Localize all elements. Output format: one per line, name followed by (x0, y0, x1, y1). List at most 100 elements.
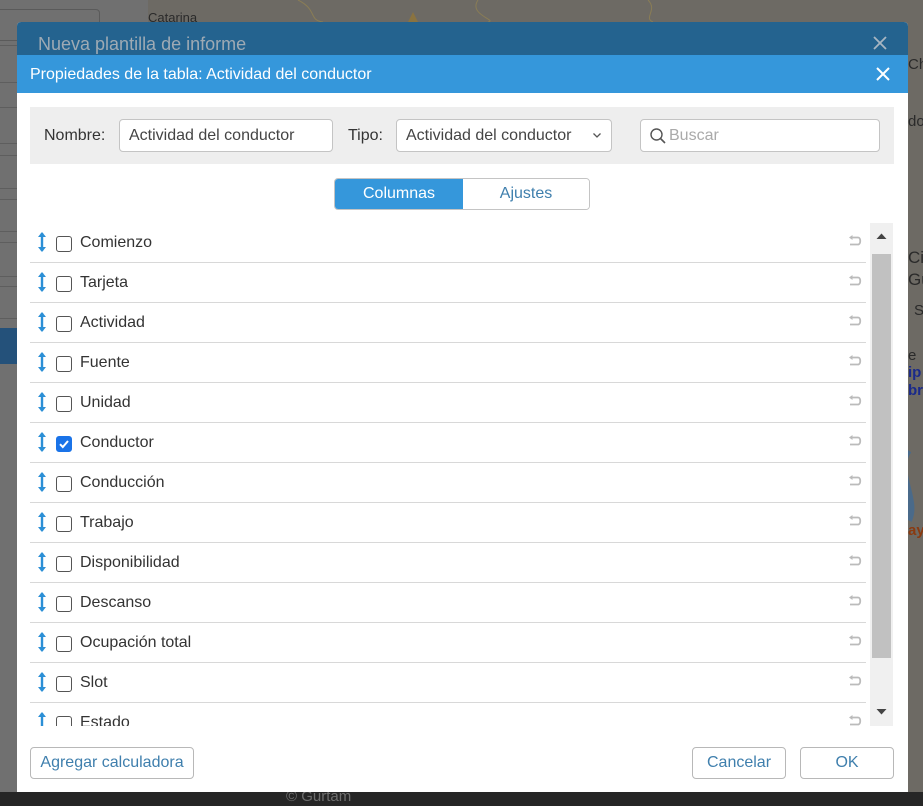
column-name: Conductor (80, 434, 154, 451)
drag-handle-icon[interactable] (35, 430, 49, 454)
drag-handle-icon[interactable] (35, 390, 49, 414)
column-row: Comienzo (30, 223, 866, 263)
drag-handle-icon[interactable] (35, 310, 49, 334)
close-icon[interactable] (872, 35, 888, 51)
filter-bar: Nombre: Actividad del conductor Tipo: Ac… (30, 107, 894, 164)
column-row: Fuente (30, 343, 866, 383)
map-label: Gu (908, 270, 923, 289)
column-checkbox[interactable] (56, 476, 72, 492)
column-checkbox[interactable] (56, 436, 72, 452)
reset-icon[interactable] (847, 275, 863, 289)
column-name: Slot (80, 674, 108, 691)
chevron-down-icon (593, 133, 601, 138)
column-name: Unidad (80, 394, 131, 411)
name-input[interactable]: Actividad del conductor (119, 119, 333, 152)
column-checkbox[interactable] (56, 396, 72, 412)
column-row: Slot (30, 663, 866, 703)
reset-icon[interactable] (847, 475, 863, 489)
outer-dialog-header: Nueva plantilla de informe (17, 22, 908, 55)
column-row: Estado (30, 703, 866, 726)
reset-icon[interactable] (847, 355, 863, 369)
column-name: Tarjeta (80, 274, 129, 291)
scroll-up-arrow-icon[interactable] (870, 223, 893, 251)
add-calculator-button[interactable]: Agregar calculadora (30, 747, 194, 779)
columns-list: Comienzo Tarjeta Actividad Fuente Unidad Cond… (30, 223, 866, 726)
drag-handle-icon[interactable] (35, 350, 49, 374)
drag-handle-icon[interactable] (35, 470, 49, 494)
map-label: e (908, 347, 917, 364)
search-placeholder: Buscar (669, 127, 719, 144)
ok-button[interactable]: OK (800, 747, 894, 779)
map-label: br (908, 382, 923, 399)
drag-handle-icon[interactable] (35, 590, 49, 614)
map-label: do (908, 113, 923, 130)
reset-icon[interactable] (847, 555, 863, 569)
reset-icon[interactable] (847, 595, 863, 609)
reset-icon[interactable] (847, 675, 863, 689)
name-label: Nombre: (44, 127, 106, 144)
cancel-button[interactable]: Cancelar (692, 747, 786, 779)
map-label: ip (908, 364, 922, 381)
column-row: Unidad (30, 383, 866, 423)
tab-bar: Columnas Ajustes (334, 178, 590, 210)
tab-columns[interactable]: Columnas (335, 179, 463, 209)
type-select[interactable]: Actividad del conductor (396, 119, 612, 152)
drag-handle-icon[interactable] (35, 550, 49, 574)
drag-handle-icon[interactable] (35, 670, 49, 694)
reset-icon[interactable] (847, 315, 863, 329)
column-row: Ocupación total (30, 623, 866, 663)
column-row: Descanso (30, 583, 866, 623)
drag-handle-icon[interactable] (35, 230, 49, 254)
scroll-down-arrow-icon[interactable] (870, 698, 893, 726)
column-checkbox[interactable] (56, 356, 72, 372)
column-checkbox[interactable] (56, 636, 72, 652)
column-row: Tarjeta (30, 263, 866, 303)
scrollbar-thumb[interactable] (872, 254, 891, 658)
column-checkbox[interactable] (56, 236, 72, 252)
column-checkbox[interactable] (56, 596, 72, 612)
reset-icon[interactable] (847, 395, 863, 409)
map-label: S (914, 302, 923, 319)
type-label: Tipo: (348, 127, 383, 144)
column-name: Conducción (80, 474, 165, 491)
column-row: Disponibilidad (30, 543, 866, 583)
column-name: Trabajo (80, 514, 134, 531)
reset-icon[interactable] (847, 635, 863, 649)
map-label: Ch (908, 56, 923, 73)
column-name: Disponibilidad (80, 554, 180, 571)
column-checkbox[interactable] (56, 316, 72, 332)
reset-icon[interactable] (847, 435, 863, 449)
close-icon[interactable] (875, 66, 891, 82)
column-name: Comienzo (80, 234, 153, 251)
column-checkbox[interactable] (56, 276, 72, 292)
drag-handle-icon[interactable] (35, 710, 49, 726)
map-label: ay (908, 522, 923, 539)
drag-handle-icon[interactable] (35, 630, 49, 654)
name-input-value: Actividad del conductor (129, 127, 295, 144)
column-name: Fuente (80, 354, 130, 371)
column-checkbox[interactable] (56, 676, 72, 692)
dialog-title: Propiedades de la tabla: Actividad del c… (30, 66, 372, 83)
column-name: Estado (80, 714, 130, 726)
reset-icon[interactable] (847, 515, 863, 529)
column-row: Conductor (30, 423, 866, 463)
dialog-header: Propiedades de la tabla: Actividad del c… (17, 55, 908, 93)
outer-dialog-title: Nueva plantilla de informe (38, 34, 247, 54)
table-properties-dialog: Propiedades de la tabla: Actividad del c… (17, 55, 908, 792)
search-input[interactable]: Buscar (640, 119, 880, 152)
map-label: Ciu (908, 248, 923, 267)
column-name: Actividad (80, 314, 145, 331)
column-row: Actividad (30, 303, 866, 343)
reset-icon[interactable] (847, 235, 863, 249)
scrollbar[interactable] (870, 223, 893, 726)
column-checkbox[interactable] (56, 716, 72, 726)
column-checkbox[interactable] (56, 516, 72, 532)
column-checkbox[interactable] (56, 556, 72, 572)
checkmark-icon (59, 440, 69, 449)
drag-handle-icon[interactable] (35, 270, 49, 294)
background-footer: © Gurtam (0, 788, 923, 806)
reset-icon[interactable] (847, 715, 863, 726)
tab-settings[interactable]: Ajustes (463, 179, 589, 209)
drag-handle-icon[interactable] (35, 510, 49, 534)
column-row: Trabajo (30, 503, 866, 543)
